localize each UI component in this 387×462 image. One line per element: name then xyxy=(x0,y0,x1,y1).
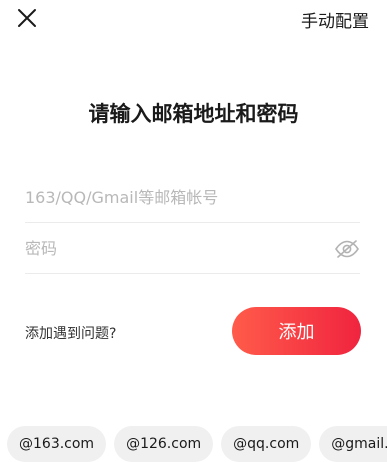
domain-chip-126[interactable]: @126.com xyxy=(114,426,214,462)
domain-chip-gmail[interactable]: @gmail.com xyxy=(319,426,387,462)
page-title: 请输入邮箱地址和密码 xyxy=(88,102,299,126)
add-mail-account-page: 手动配置 请输入邮箱地址和密码 添加遇到问题? 添加 @163.com @126… xyxy=(0,0,387,462)
problem-help-link[interactable]: 添加遇到问题? xyxy=(25,323,116,343)
close-icon[interactable] xyxy=(15,6,39,30)
domain-chip-163[interactable]: @163.com xyxy=(7,426,107,462)
domain-suggestion-bar: @163.com @126.com @qq.com @gmail.com xyxy=(7,426,387,462)
eye-off-icon[interactable] xyxy=(334,239,360,259)
password-field-row xyxy=(25,224,360,274)
email-input[interactable] xyxy=(25,188,360,207)
email-field-row xyxy=(25,173,360,223)
manual-config-button[interactable]: 手动配置 xyxy=(301,7,369,32)
domain-chip-qq[interactable]: @qq.com xyxy=(221,426,312,462)
password-input[interactable] xyxy=(25,239,334,258)
add-button[interactable]: 添加 xyxy=(232,307,361,355)
